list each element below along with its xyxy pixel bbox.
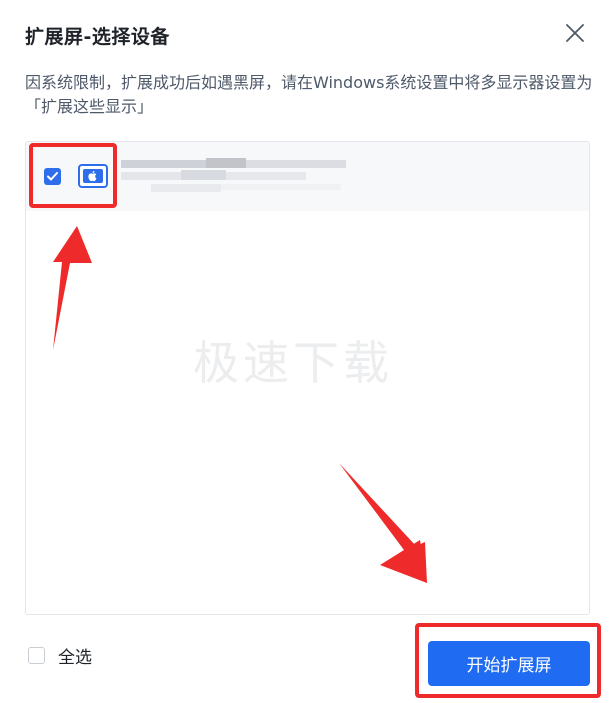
annotation-arrow-down	[339, 463, 427, 583]
extend-screen-dialog: 扩展屏-选择设备 因系统限制，扩展成功后如遇黑屏，请在Windows系统设置中将…	[0, 0, 612, 703]
annotation-arrow-up	[53, 226, 92, 350]
annotation-arrows	[53, 226, 427, 583]
